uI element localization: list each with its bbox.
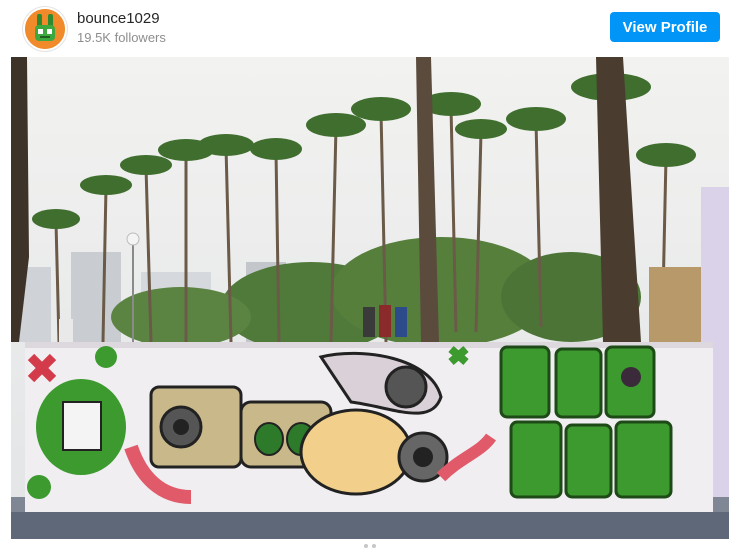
profile-avatar[interactable] <box>23 7 67 51</box>
view-profile-button[interactable]: View Profile <box>610 12 720 42</box>
follower-count: 19.5K followers <box>77 30 166 45</box>
post-photo[interactable] <box>11 57 729 539</box>
profile-username[interactable]: bounce1029 <box>77 10 160 27</box>
post-header: bounce1029 19.5K followers View Profile <box>0 0 740 56</box>
carousel-dot <box>372 544 376 548</box>
post-footer <box>0 539 740 551</box>
carousel-dot <box>364 544 368 548</box>
bunny-mascot-icon <box>25 9 65 49</box>
